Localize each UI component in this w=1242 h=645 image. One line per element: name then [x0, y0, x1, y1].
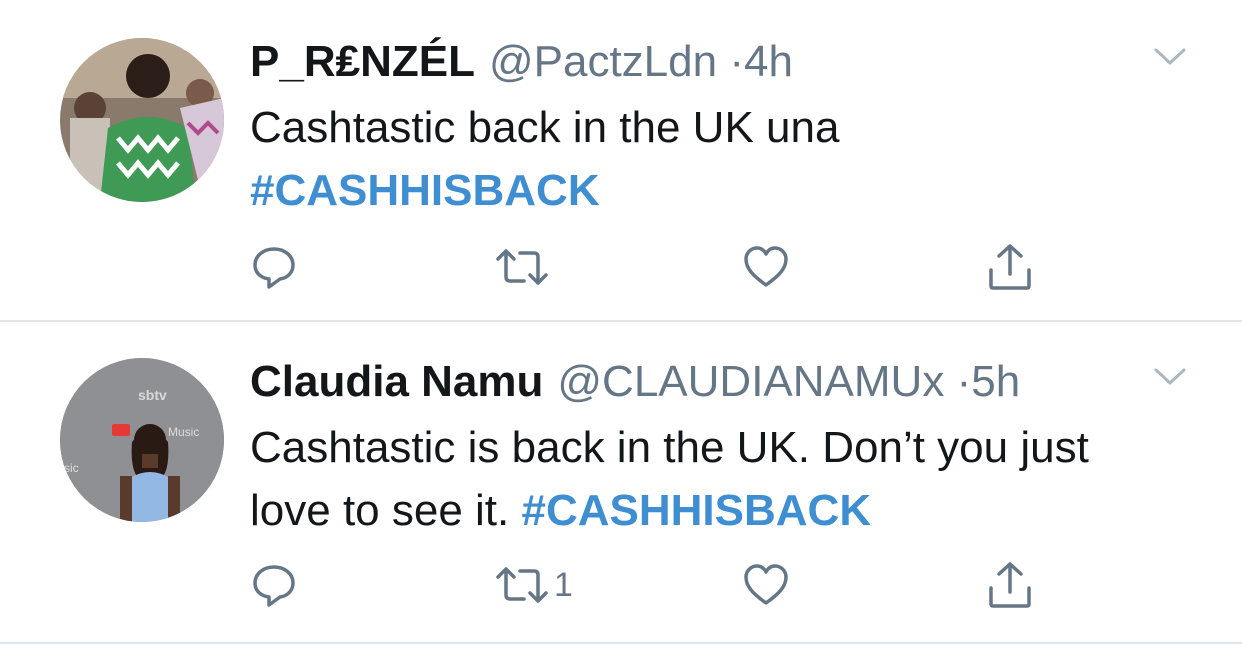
separator: · [729, 37, 744, 86]
share-icon [989, 244, 1031, 290]
svg-text:Music: Music [168, 425, 199, 439]
svg-text:sbtv: sbtv [138, 387, 167, 403]
chevron-down-icon[interactable] [1153, 46, 1187, 68]
action-bar [250, 242, 1050, 292]
user-handle[interactable]: @PactzLdn [489, 37, 717, 86]
chevron-down-icon[interactable] [1153, 366, 1187, 388]
tweet-header: P_R₤NZÉL @PactzLdn ·4h [250, 36, 793, 88]
share-icon [989, 562, 1031, 608]
retweet-button[interactable] [494, 242, 554, 292]
tweet-body: Cashtastic back in the UK una [250, 103, 840, 152]
user-handle[interactable]: @CLAUDIANAMUx [557, 357, 944, 406]
action-bar: 1 [250, 560, 1050, 610]
display-name[interactable]: Claudia Namu [250, 357, 543, 406]
reply-button[interactable] [250, 560, 302, 610]
reply-icon [253, 565, 295, 607]
reply-button[interactable] [250, 242, 302, 292]
hashtag-link[interactable]: #CASHHISBACK [522, 486, 872, 535]
avatar[interactable] [60, 38, 224, 202]
avatar-image: sbtv Music sic [60, 358, 224, 522]
tweet-text: Cashtastic back in the UK una #CASHHISBA… [250, 96, 1150, 222]
tweet-header: Claudia Namu @CLAUDIANAMUx ·5h [250, 356, 1020, 408]
tweet[interactable]: sbtv Music sic Claudia Namu @CLAUDIANAMUx… [0, 322, 1242, 644]
like-icon [744, 564, 788, 605]
retweet-icon [496, 249, 548, 285]
hashtag-link[interactable]: #CASHHISBACK [250, 166, 600, 215]
reply-icon [253, 247, 295, 289]
like-icon [744, 246, 788, 287]
avatar-image [60, 38, 224, 202]
share-button[interactable] [986, 560, 1034, 610]
retweet-icon [496, 567, 548, 603]
like-button[interactable] [742, 242, 794, 292]
retweet-count: 1 [554, 565, 573, 604]
timestamp[interactable]: 5h [971, 357, 1020, 406]
tweet[interactable]: P_R₤NZÉL @PactzLdn ·4h Cashtastic back in… [0, 0, 1242, 322]
svg-text:sic: sic [64, 461, 79, 475]
avatar[interactable]: sbtv Music sic [60, 358, 224, 522]
tweet-text: Cashtastic is back in the UK. Don’t you … [250, 416, 1150, 542]
like-button[interactable] [742, 560, 794, 610]
separator: · [956, 357, 972, 406]
display-name[interactable]: P_R₤NZÉL [250, 37, 475, 86]
retweet-button[interactable]: 1 [494, 560, 573, 610]
timestamp[interactable]: 4h [744, 37, 793, 86]
share-button[interactable] [986, 242, 1034, 292]
